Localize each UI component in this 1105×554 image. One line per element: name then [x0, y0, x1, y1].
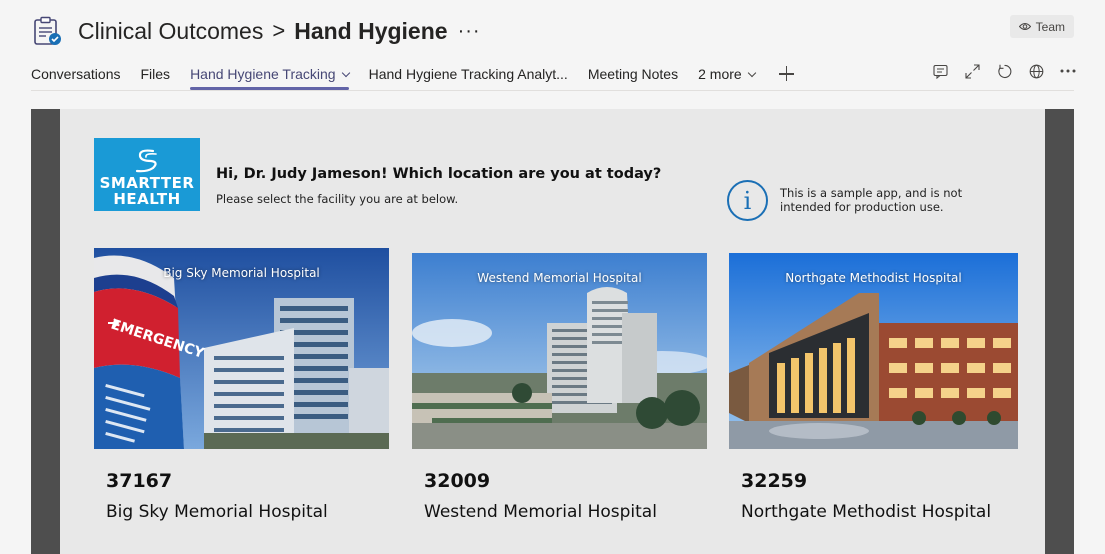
tab-hand-hygiene-tracking[interactable]: Hand Hygiene Tracking [190, 62, 350, 90]
tab-label: Files [140, 66, 171, 82]
tab-label: Hand Hygiene Tracking Analyt... [368, 66, 568, 82]
logo-line2: HEALTH [113, 190, 181, 208]
hospital-name: Westend Memorial Hospital [424, 502, 657, 522]
hospital-photo-label: Westend Memorial Hospital [477, 271, 642, 285]
team-badge-label: Team [1035, 19, 1065, 34]
add-tab-icon[interactable] [778, 66, 795, 82]
tab-content-frame: SMARTTER HEALTH Hi, Dr. Judy Jameson! Wh… [31, 109, 1074, 554]
breadcrumb-team[interactable]: Clinical Outcomes [78, 18, 263, 45]
tab-label: Conversations [31, 66, 121, 82]
hospital-photo: EMERGENCY Big Sky Memorial Hospital [94, 248, 389, 449]
logo-swoosh-icon [135, 149, 157, 173]
refresh-icon[interactable] [995, 62, 1013, 80]
hospital-photo-label: Big Sky Memorial Hospital [163, 266, 320, 280]
tab-conversations[interactable]: Conversations [31, 62, 121, 88]
hospital-name: Big Sky Memorial Hospital [106, 502, 328, 522]
expand-icon[interactable] [963, 62, 981, 80]
hospital-card[interactable]: Northgate Methodist Hospital 32259 North… [729, 248, 1024, 522]
channel-title: Clinical Outcomes > Hand Hygiene ··· [78, 15, 481, 47]
disclaimer-text: This is a sample app, and is not intende… [780, 186, 963, 214]
info-icon-glyph: i [743, 186, 752, 215]
smartter-health-logo: SMARTTER HEALTH [94, 138, 200, 211]
hospital-card[interactable]: EMERGENCY Big Sky Memorial Hospital 3716… [94, 248, 389, 522]
team-badge[interactable]: Team [1009, 15, 1074, 38]
tab-label: Meeting Notes [587, 66, 679, 82]
globe-icon[interactable] [1027, 62, 1045, 80]
hospital-code: 32009 [424, 470, 491, 492]
hospital-code: 32259 [741, 470, 808, 492]
hospital-card[interactable]: Westend Memorial Hospital 32009 Westend … [412, 248, 707, 522]
hospital-photo: Westend Memorial Hospital [412, 253, 707, 449]
more-options-icon[interactable] [1059, 62, 1077, 80]
tab-more[interactable]: 2 more [698, 62, 756, 88]
channel-more-button[interactable]: ··· [458, 20, 481, 43]
chevron-down-icon [341, 68, 350, 78]
channel-tabs: Conversations Files Hand Hygiene Trackin… [31, 62, 795, 90]
hospital-photo: Northgate Methodist Hospital [729, 253, 1018, 449]
hospital-photo-label: Northgate Methodist Hospital [785, 271, 962, 285]
tab-meeting-notes[interactable]: Meeting Notes [588, 62, 678, 88]
greeting-subtext: Please select the facility you are at be… [216, 192, 459, 206]
chevron-down-icon [747, 68, 756, 78]
app-icon [32, 16, 62, 46]
app-canvas: SMARTTER HEALTH Hi, Dr. Judy Jameson! Wh… [60, 109, 1045, 554]
tab-hand-hygiene-tracking-analytics[interactable]: Hand Hygiene Tracking Analyt... [369, 62, 568, 88]
tab-toolbar [931, 62, 1077, 80]
breadcrumb-channel: Hand Hygiene [294, 17, 448, 44]
tab-label: 2 more [698, 66, 742, 82]
eye-icon [1018, 20, 1031, 34]
breadcrumb-separator: > [272, 18, 286, 43]
greeting-heading: Hi, Dr. Judy Jameson! Which location are… [216, 166, 662, 182]
hospital-code: 37167 [106, 470, 173, 492]
tab-divider [31, 90, 1074, 91]
info-icon: i [727, 180, 768, 221]
tab-label: Hand Hygiene Tracking [190, 66, 336, 82]
chat-icon[interactable] [931, 62, 949, 80]
tab-files[interactable]: Files [141, 62, 171, 88]
hospital-name: Northgate Methodist Hospital [741, 502, 992, 522]
logo-line1: SMARTTER [99, 174, 195, 192]
